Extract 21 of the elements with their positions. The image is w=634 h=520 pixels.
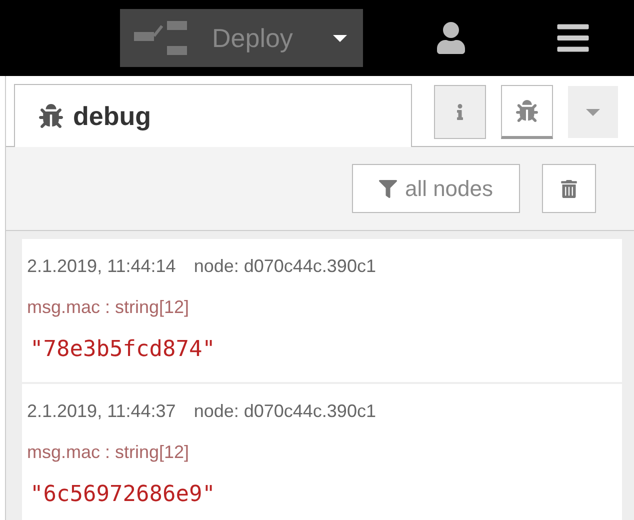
user-icon[interactable] [435, 22, 467, 54]
caret-icon [333, 34, 347, 42]
message-value: "78e3b5fcd874" [30, 336, 216, 364]
bug-icon [39, 104, 63, 128]
message-node-id: node: d070c44c.390c1 [194, 400, 376, 423]
caret-icon [586, 108, 600, 116]
message-node-id: node: d070c44c.390c1 [194, 255, 376, 278]
filter-icon [378, 180, 397, 198]
filter-button[interactable]: all nodes [352, 164, 520, 213]
message-property: msg.mac : string[12] [27, 296, 190, 319]
flow-icon [134, 20, 188, 56]
sidebar-tab-button[interactable] [501, 85, 553, 139]
trash-icon [560, 180, 578, 198]
message-timestamp: 2.1.2019, 11:44:37 [27, 400, 176, 423]
message-timestamp: 2.1.2019, 11:44:14 [27, 255, 176, 278]
bug-icon [516, 100, 538, 122]
clear-button[interactable] [542, 164, 596, 213]
deploy-button[interactable]: Deploy [120, 9, 363, 67]
message-value: "6c56972686e9" [30, 481, 216, 509]
debug-tab[interactable]: debug [14, 84, 412, 147]
message-property: msg.mac : string[12] [27, 441, 190, 464]
